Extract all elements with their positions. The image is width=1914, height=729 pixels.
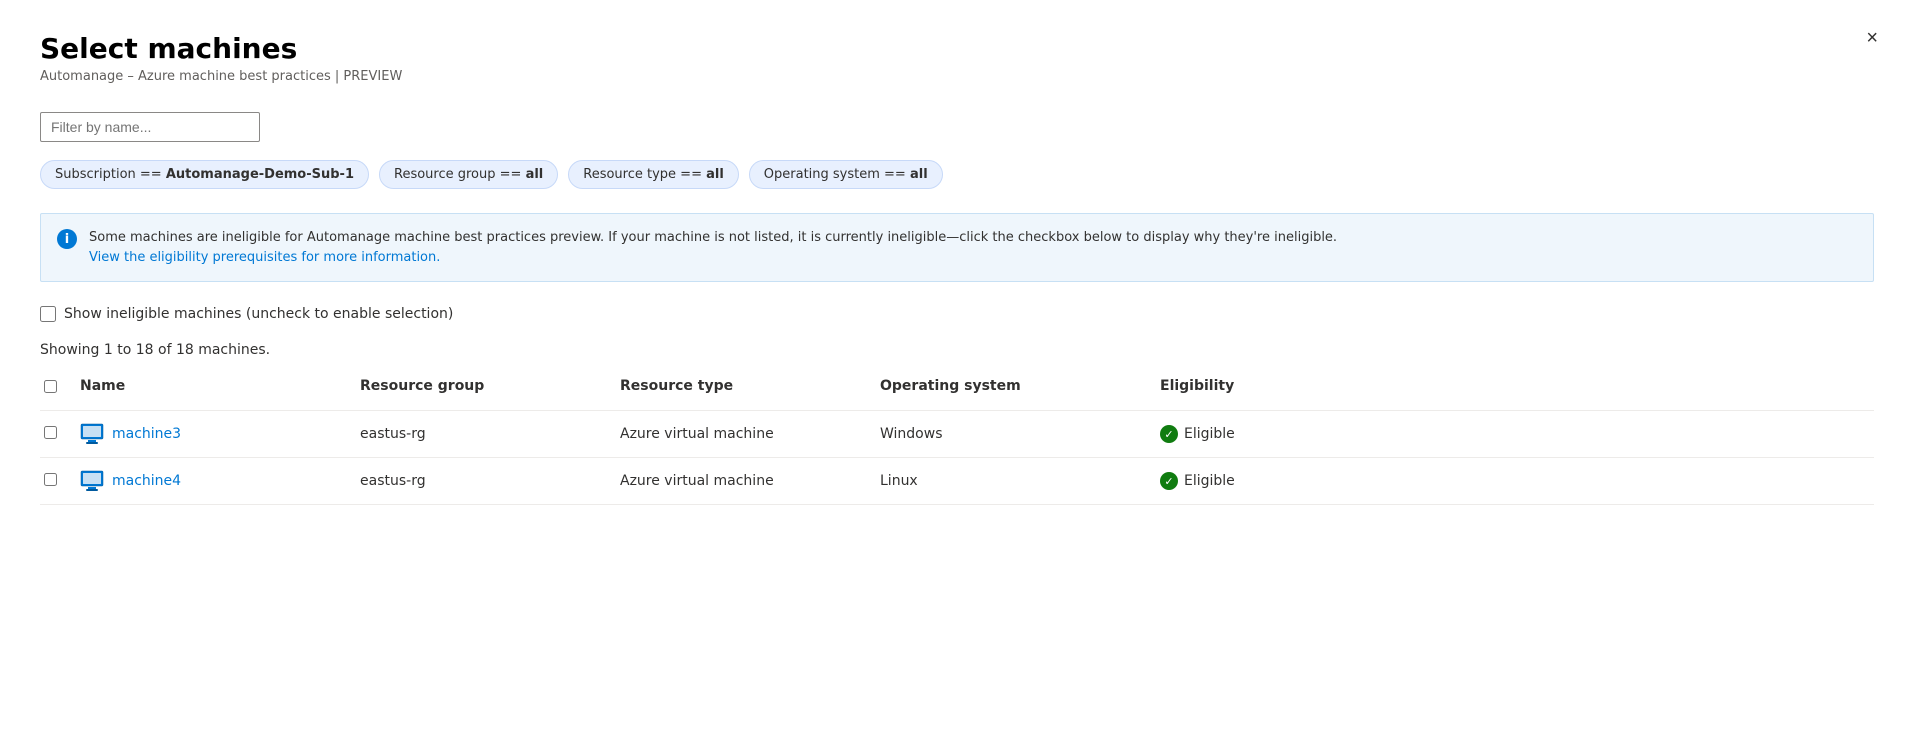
- row1-machine-name[interactable]: machine3: [80, 423, 352, 445]
- row2-eligibility-text: Eligible: [1184, 473, 1235, 489]
- table-row: machine3 eastus-rg Azure virtual machine…: [40, 411, 1874, 458]
- page-title: Select machines: [40, 32, 1874, 65]
- operating-system-filter-label: Operating system == all: [764, 167, 928, 182]
- filter-pills: Subscription == Automanage-Demo-Sub-1 Re…: [40, 160, 1874, 189]
- ineligible-checkbox-row: Show ineligible machines (uncheck to ena…: [40, 306, 1874, 322]
- page-subtitle: Automanage – Azure machine best practice…: [40, 69, 1874, 84]
- header-resource-type: Resource type: [616, 370, 876, 402]
- row2-eligibility: Eligible: [1156, 460, 1356, 502]
- resource-type-filter-label: Resource type == all: [583, 167, 724, 182]
- eligible-check-icon: [1160, 425, 1178, 443]
- subscription-filter-pill[interactable]: Subscription == Automanage-Demo-Sub-1: [40, 160, 369, 189]
- filter-input[interactable]: [40, 112, 260, 142]
- close-button[interactable]: ×: [1866, 28, 1878, 48]
- header-resource-group: Resource group: [356, 370, 616, 402]
- info-message: Some machines are ineligible for Automan…: [89, 230, 1337, 245]
- row1-name-text: machine3: [112, 426, 181, 442]
- info-text: Some machines are ineligible for Automan…: [89, 228, 1337, 267]
- subscription-filter-label: Subscription == Automanage-Demo-Sub-1: [55, 167, 354, 182]
- resource-group-filter-label: Resource group == all: [394, 167, 543, 182]
- row1-operating-system: Windows: [876, 414, 1156, 454]
- row2-name-text: machine4: [112, 473, 181, 489]
- header-eligibility: Eligibility: [1156, 370, 1356, 402]
- row2-eligibility-badge: Eligible: [1160, 472, 1352, 490]
- row1-name-cell: machine3: [76, 411, 356, 457]
- eligibility-link[interactable]: View the eligibility prerequisites for m…: [89, 250, 440, 265]
- header-operating-system: Operating system: [876, 370, 1156, 402]
- row1-eligibility-text: Eligible: [1184, 426, 1235, 442]
- row1-eligibility: Eligible: [1156, 413, 1356, 455]
- select-all-checkbox[interactable]: [44, 380, 57, 393]
- info-icon: i: [57, 229, 77, 249]
- row2-operating-system: Linux: [876, 461, 1156, 501]
- row1-checkbox-cell: [40, 414, 76, 455]
- select-all-checkbox-cell: [40, 370, 76, 402]
- row1-resource-type: Azure virtual machine: [616, 414, 876, 454]
- operating-system-filter-pill[interactable]: Operating system == all: [749, 160, 943, 189]
- info-banner: i Some machines are ineligible for Autom…: [40, 213, 1874, 282]
- show-ineligible-label[interactable]: Show ineligible machines (uncheck to ena…: [64, 306, 453, 322]
- vm-icon: [80, 470, 104, 492]
- resource-type-filter-pill[interactable]: Resource type == all: [568, 160, 739, 189]
- row2-resource-type: Azure virtual machine: [616, 461, 876, 501]
- row2-resource-group: eastus-rg: [356, 461, 616, 501]
- machines-table: Name Resource group Resource type Operat…: [40, 370, 1874, 505]
- table-header: Name Resource group Resource type Operat…: [40, 370, 1874, 411]
- row1-checkbox[interactable]: [44, 426, 57, 439]
- row2-name-cell: machine4: [76, 458, 356, 504]
- row1-resource-group: eastus-rg: [356, 414, 616, 454]
- eligible-check-icon: [1160, 472, 1178, 490]
- vm-icon: [80, 423, 104, 445]
- row1-eligibility-badge: Eligible: [1160, 425, 1352, 443]
- row2-checkbox-cell: [40, 461, 76, 502]
- row2-machine-name[interactable]: machine4: [80, 470, 352, 492]
- table-row: machine4 eastus-rg Azure virtual machine…: [40, 458, 1874, 505]
- show-ineligible-checkbox[interactable]: [40, 306, 56, 322]
- row2-checkbox[interactable]: [44, 473, 57, 486]
- resource-group-filter-pill[interactable]: Resource group == all: [379, 160, 558, 189]
- header-name: Name: [76, 370, 356, 402]
- showing-count-text: Showing 1 to 18 of 18 machines.: [40, 342, 1874, 358]
